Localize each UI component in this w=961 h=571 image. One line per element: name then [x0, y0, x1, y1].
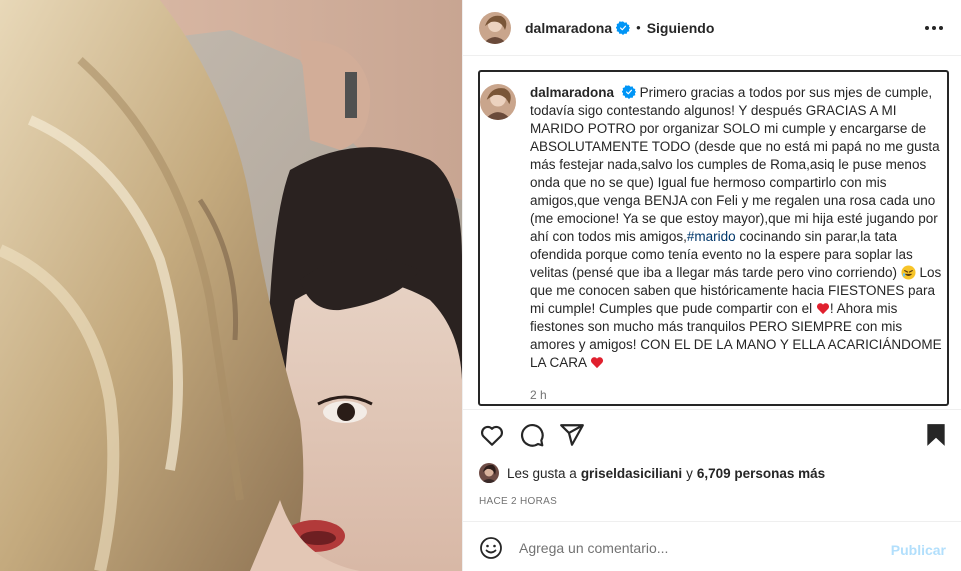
comment-bar: Publicar — [463, 522, 961, 571]
post-timestamp: HACE 2 HORAS — [479, 496, 558, 507]
liker-avatar[interactable] — [479, 463, 499, 483]
likes-connector: y — [686, 465, 693, 481]
verified-badge-icon — [615, 20, 631, 35]
hashtag-link[interactable]: #marido — [687, 229, 736, 244]
publish-button[interactable]: Publicar — [891, 542, 946, 558]
caption-part-1: Primero gracias a todos por sus mjes de … — [530, 85, 940, 244]
post-photo[interactable] — [0, 0, 462, 571]
likes-count-link[interactable]: 6,709 personas más — [697, 466, 825, 481]
bookmark-icon[interactable] — [923, 422, 949, 448]
caption-text: dalmaradona Primero gracias a todos por … — [530, 84, 947, 372]
action-bar — [479, 422, 949, 448]
comment-icon[interactable] — [519, 422, 545, 448]
rolling-on-floor-laughing-emoji — [901, 265, 916, 280]
heart-icon[interactable] — [479, 422, 505, 448]
username-link[interactable]: dalmaradona — [525, 20, 612, 36]
likes-prefix: Les gusta a — [507, 465, 577, 481]
verified-badge-icon — [621, 85, 637, 99]
comment-input[interactable] — [519, 534, 879, 562]
following-button[interactable]: Siguiendo — [647, 20, 715, 36]
more-options-icon[interactable] — [924, 20, 944, 36]
selfie-image — [0, 0, 462, 571]
caption-username[interactable]: dalmaradona — [530, 85, 614, 100]
separator-dot: • — [636, 20, 641, 35]
likes-summary: Les gusta a griseldasiciliani y 6,709 pe… — [479, 462, 829, 484]
post-header: dalmaradona • Siguiendo — [463, 0, 961, 56]
post-details-panel: dalmaradona • Siguiendo dalmaradona Prim… — [462, 0, 961, 571]
instagram-post: dalmaradona • Siguiendo dalmaradona Prim… — [0, 0, 961, 571]
divider — [463, 409, 961, 410]
caption-avatar[interactable] — [480, 84, 516, 120]
caption-timestamp: 2 h — [530, 388, 547, 402]
caption-area[interactable]: dalmaradona Primero gracias a todos por … — [478, 70, 949, 406]
avatar[interactable] — [479, 11, 511, 44]
liker-username[interactable]: griseldasiciliani — [581, 466, 682, 481]
emoji-icon[interactable] — [479, 536, 503, 560]
red-heart-emoji — [816, 302, 830, 315]
share-icon[interactable] — [559, 422, 585, 448]
red-heart-emoji — [590, 356, 604, 369]
